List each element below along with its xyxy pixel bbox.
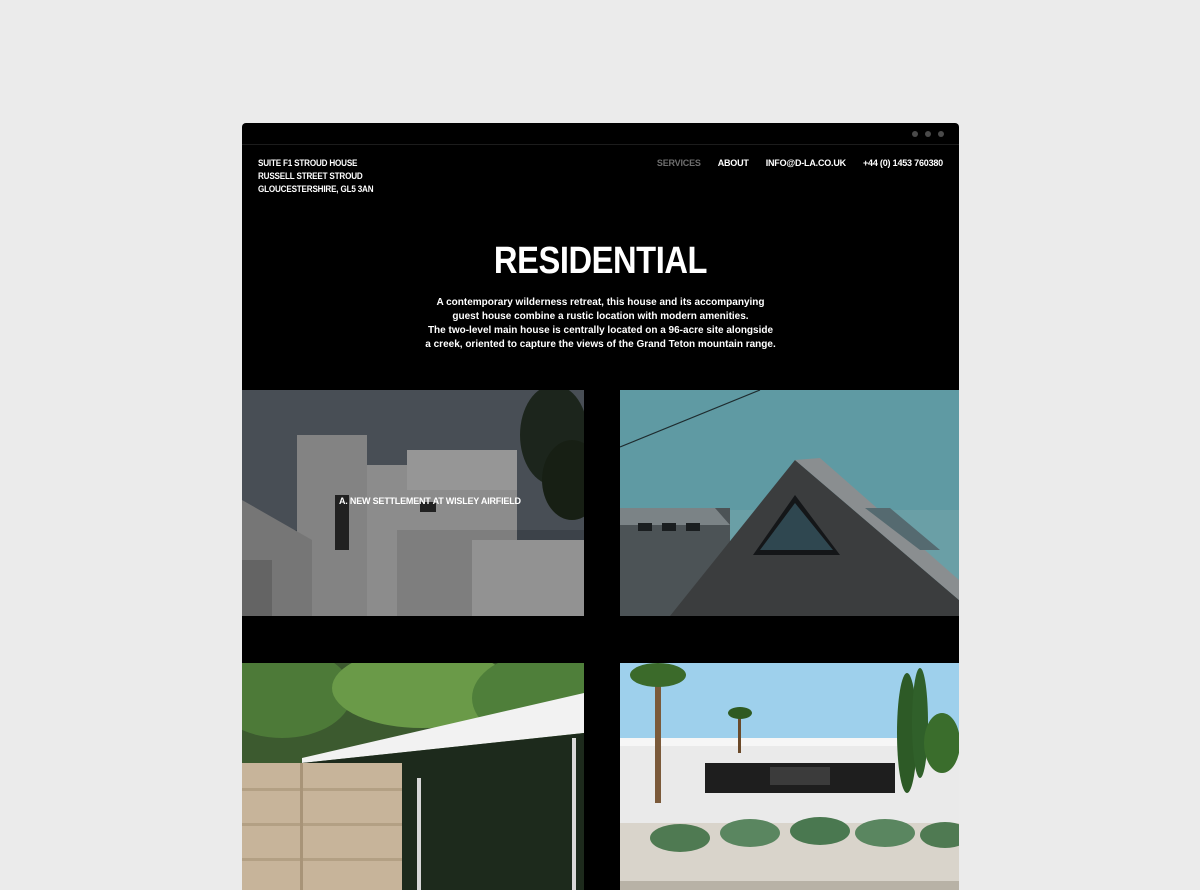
project-tile-3[interactable] — [242, 663, 584, 890]
browser-window: SUITE F1 STROUD HOUSE RUSSELL STREET STR… — [242, 123, 959, 890]
description-line: A contemporary wilderness retreat, this … — [436, 297, 765, 308]
project-caption: A. NEW SETTLEMENT AT WISLEY AIRFIELD — [339, 496, 521, 506]
page-title: RESIDENTIAL — [493, 240, 708, 282]
desert-house-image — [620, 663, 959, 890]
description-line: guest house combine a rustic location wi… — [452, 311, 749, 322]
window-dot-icon[interactable] — [925, 131, 931, 137]
window-dot-icon[interactable] — [938, 131, 944, 137]
address-line-3: GLOUCESTERSHIRE, GL5 3AN — [258, 184, 374, 194]
page-description: A contemporary wilderness retreat, this … — [242, 296, 959, 352]
window-titlebar — [242, 123, 959, 145]
nav-email-link[interactable]: INFO@D-LA.CO.UK — [766, 157, 846, 170]
window-controls[interactable] — [912, 131, 944, 137]
description-line: The two-level main house is centrally lo… — [427, 325, 774, 336]
project-tile-1[interactable]: A. NEW SETTLEMENT AT WISLEY AIRFIELD — [242, 390, 584, 616]
studio-address: SUITE F1 STROUD HOUSE RUSSELL STREET STR… — [258, 157, 374, 196]
address-line-1: SUITE F1 STROUD HOUSE — [258, 158, 358, 168]
timber-house-image — [620, 390, 959, 616]
description-line: a creek, oriented to capture the views o… — [425, 339, 776, 350]
nav-phone-link[interactable]: +44 (0) 1453 760380 — [863, 157, 943, 170]
nav-about-link[interactable]: ABOUT — [718, 157, 749, 170]
pavilion-image — [242, 663, 584, 890]
address-line-2: RUSSELL STREET STROUD — [258, 171, 363, 181]
nav-services-link[interactable]: SERVICES — [657, 157, 701, 170]
main-nav: SERVICES ABOUT INFO@D-LA.CO.UK +44 (0) 1… — [657, 157, 943, 170]
window-dot-icon[interactable] — [912, 131, 918, 137]
project-tile-4[interactable] — [620, 663, 959, 890]
project-tile-2[interactable] — [620, 390, 959, 616]
